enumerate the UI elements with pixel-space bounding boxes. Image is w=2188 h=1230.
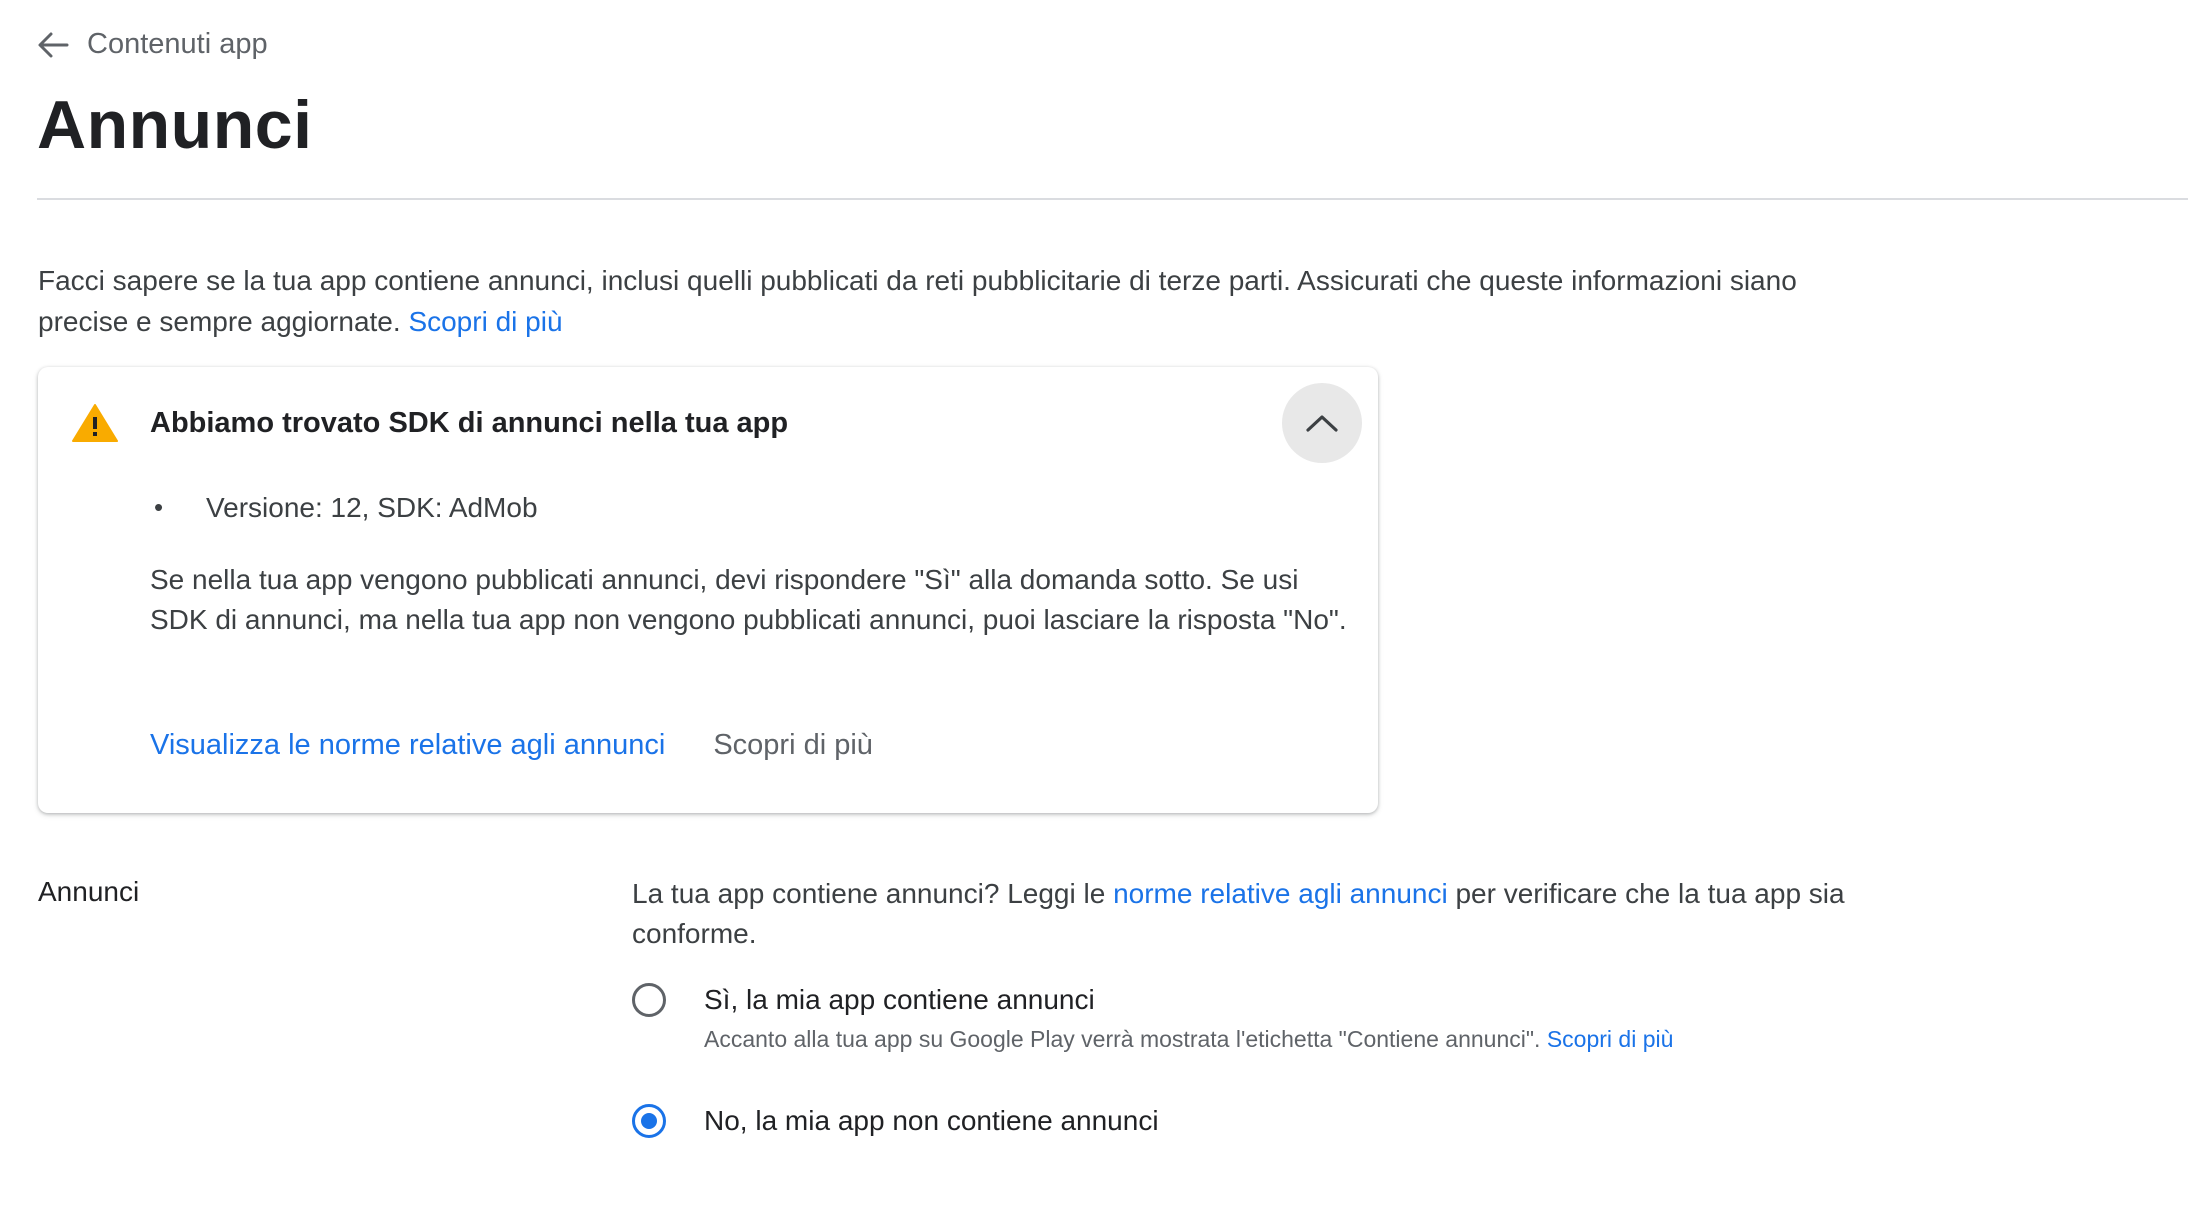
warning-icon	[72, 404, 118, 442]
radio-no[interactable]	[632, 1104, 666, 1138]
radio-yes-help-text: Accanto alla tua app su Google Play verr…	[704, 1026, 1547, 1052]
intro-learn-more-link[interactable]: Scopri di più	[408, 306, 562, 337]
question-prefix: La tua app contiene annunci? Leggi le	[632, 878, 1114, 909]
card-body-text: Se nella tua app vengono pubblicati annu…	[150, 564, 1347, 635]
view-ads-policy-link[interactable]: Visualizza le norme relative agli annunc…	[150, 729, 665, 762]
intro-description: Facci sapere se la tua app contiene annu…	[38, 265, 1797, 337]
radio-no-label: No, la mia app non contiene annunci	[704, 1105, 1159, 1136]
collapse-button[interactable]	[1282, 383, 1362, 463]
sdk-list: • Versione: 12, SDK: AdMob	[150, 492, 538, 524]
radio-option-yes[interactable]: Sì, la mia app contiene annunci Accanto …	[632, 983, 1673, 1055]
ads-question: La tua app contiene annunci? Leggi le no…	[632, 874, 1872, 954]
card-learn-more-button[interactable]: Scopri di più	[713, 729, 873, 762]
card-title: Abbiamo trovato SDK di annunci nella tua…	[150, 407, 789, 439]
page-title: Annunci	[37, 87, 313, 163]
radio-option-no[interactable]: No, la mia app non contiene annunci	[632, 1104, 1159, 1138]
radio-yes-learn-more-link[interactable]: Scopri di più	[1547, 1026, 1674, 1052]
radio-yes-help: Accanto alla tua app su Google Play verr…	[704, 1023, 1673, 1055]
arrow-back-icon	[38, 32, 69, 57]
intro-text: Facci sapere se la tua app contiene annu…	[38, 260, 1838, 342]
bullet-icon: •	[154, 492, 164, 522]
ads-section-label: Annunci	[38, 876, 140, 907]
back-link[interactable]: Contenuti app	[37, 28, 268, 61]
sdk-warning-card: Abbiamo trovato SDK di annunci nella tua…	[38, 367, 1378, 813]
chevron-up-icon	[1306, 415, 1338, 432]
radio-yes[interactable]	[632, 983, 666, 1017]
card-actions: Visualizza le norme relative agli annunc…	[150, 729, 873, 762]
radio-yes-label: Sì, la mia app contiene annunci	[704, 984, 1095, 1015]
ads-policy-link[interactable]: norme relative agli annunci	[1113, 878, 1448, 909]
radio-yes-text: Sì, la mia app contiene annunci Accanto …	[704, 983, 1673, 1055]
sdk-item-text: Versione: 12, SDK: AdMob	[206, 492, 538, 523]
header-divider	[37, 198, 2188, 200]
back-link-label: Contenuti app	[87, 28, 268, 60]
radio-no-text: No, la mia app non contiene annunci	[704, 1104, 1159, 1138]
page: Contenuti app Annunci Facci sapere se la…	[0, 0, 2188, 1230]
sdk-list-item: • Versione: 12, SDK: AdMob	[150, 492, 538, 524]
